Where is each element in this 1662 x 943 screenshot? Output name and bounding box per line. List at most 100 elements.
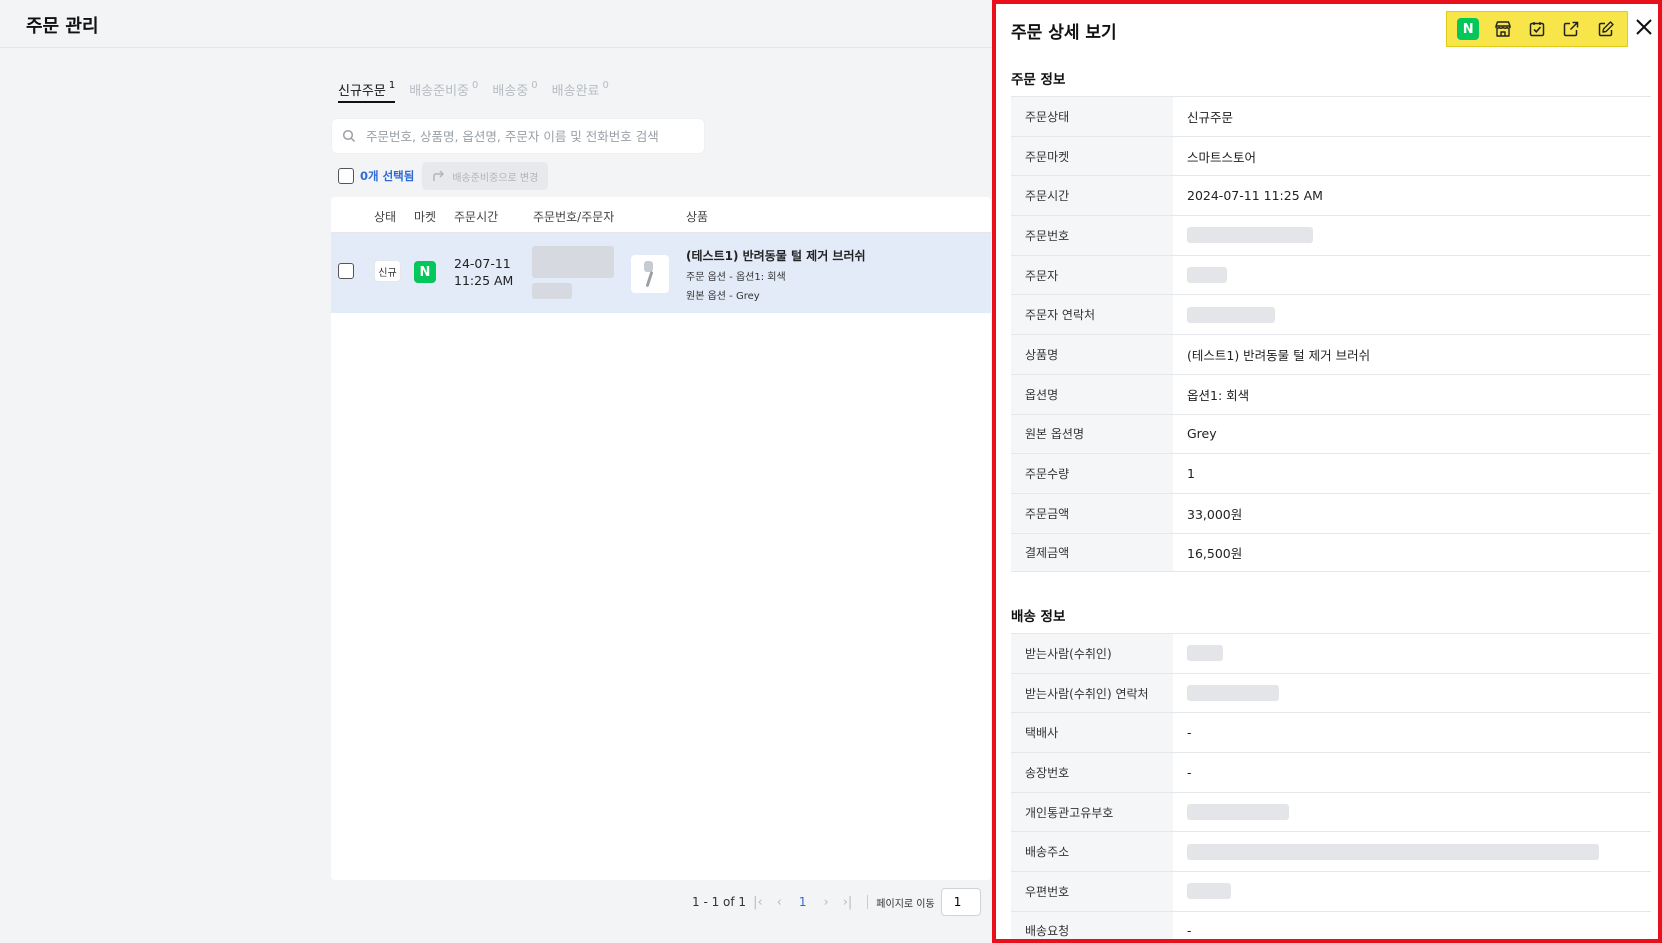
- detail-key: 받는사람(수취인) 연락처: [1011, 673, 1173, 713]
- redacted-value-placeholder: [1173, 843, 1599, 860]
- current-page[interactable]: 1: [799, 895, 807, 909]
- external-link-icon: [1564, 21, 1579, 37]
- edit-button[interactable]: [1592, 15, 1620, 43]
- order-date: 24-07-11: [454, 256, 511, 271]
- detail-key: 주문번호: [1011, 216, 1173, 255]
- search-box: [331, 118, 705, 154]
- tab-label: 배송준비중: [409, 84, 470, 99]
- product-original-option: 원본 옵션 - Grey: [686, 291, 760, 302]
- detail-value: 신규주문: [1187, 109, 1234, 125]
- detail-value: -: [1187, 923, 1192, 939]
- redacted-placeholder: [1187, 227, 1313, 244]
- detail-row: 주문자 연락처: [1011, 294, 1651, 335]
- detail-key: 받는사람(수취인): [1011, 634, 1173, 673]
- tab-count: 0: [472, 80, 479, 91]
- redacted-placeholder: [1187, 883, 1231, 900]
- detail-row: 우편번호: [1011, 871, 1651, 911]
- move-to-preparing-button[interactable]: 배송준비중으로 변경: [422, 162, 549, 190]
- detail-row: 받는사람(수취인) 연락처: [1011, 672, 1651, 713]
- search-icon: [342, 129, 356, 143]
- store-icon: [1494, 21, 1511, 37]
- col-time: 주문시간: [454, 210, 499, 224]
- redacted-value-placeholder: [1173, 645, 1223, 662]
- search-input[interactable]: [366, 128, 686, 144]
- tab-label: 배송완료: [551, 84, 600, 99]
- next-page-icon[interactable]: ›: [824, 895, 829, 910]
- last-page-icon[interactable]: ›|: [843, 895, 853, 910]
- brush-icon: [644, 261, 653, 287]
- detail-value: 16,500원: [1187, 545, 1243, 561]
- detail-row: 주문마켓 스마트스토어: [1011, 135, 1651, 176]
- redacted-placeholder: [1187, 843, 1599, 860]
- detail-value: -: [1187, 725, 1192, 741]
- detail-value: -: [1187, 764, 1192, 780]
- selected-count: 0개 선택됨: [360, 169, 415, 183]
- detail-key: 결제금액: [1011, 533, 1173, 572]
- first-page-icon[interactable]: |‹: [753, 895, 763, 910]
- redacted-placeholder: [1187, 306, 1275, 323]
- open-external-button[interactable]: [1557, 15, 1585, 43]
- goto-page-input[interactable]: [940, 888, 981, 916]
- tab-delivered[interactable]: 배송완료 0: [552, 80, 609, 103]
- detail-key: 배송요청: [1011, 911, 1173, 939]
- detail-row: 원본 옵션명 Grey: [1011, 413, 1651, 454]
- divider: [867, 895, 869, 909]
- detail-row: 받는사람(수취인): [1011, 633, 1651, 673]
- redacted-placeholder: [1187, 804, 1289, 821]
- tab-label: 배송중: [492, 84, 529, 99]
- detail-row: 결제금액 16,500원: [1011, 532, 1651, 573]
- table-header: 상태 마켓 주문시간 주문번호/주문자 상품: [331, 197, 991, 233]
- detail-row: 옵션명 옵션1: 회색: [1011, 373, 1651, 414]
- detail-row: 주문금액 33,000원: [1011, 492, 1651, 533]
- tab-preparing[interactable]: 배송준비중 0: [409, 80, 478, 103]
- status-tabs: 신규주문 1 배송준비중 0 배송중 0 배송완료 0: [338, 80, 609, 103]
- prev-page-icon[interactable]: ‹: [777, 895, 782, 910]
- redacted-value-placeholder: [1173, 804, 1289, 821]
- naver-store-button[interactable]: N: [1454, 15, 1482, 43]
- redacted-value-placeholder: [1173, 883, 1231, 900]
- detail-row: 상품명 (테스트1) 반려동물 털 제거 브러쉬: [1011, 334, 1651, 374]
- confirm-button[interactable]: [1523, 15, 1551, 43]
- detail-value: (테스트1) 반려동물 털 제거 브러쉬: [1187, 347, 1371, 363]
- detail-value: 2024-07-11 11:25 AM: [1187, 188, 1323, 204]
- detail-row: 주문자: [1011, 254, 1651, 295]
- order-info-table: 주문상태 신규주문주문마켓 스마트스토어 주문시간 2024-07-11 11:25 A…: [1011, 96, 1651, 573]
- naver-market-icon: N: [414, 261, 436, 283]
- col-market: 마켓: [414, 210, 437, 224]
- tab-shipping[interactable]: 배송중 0: [492, 80, 537, 103]
- selection-bar: 0개 선택됨 배송준비중으로 변경: [338, 162, 549, 190]
- detail-key: 택배사: [1011, 713, 1173, 753]
- tab-new-orders[interactable]: 신규주문 1: [338, 80, 396, 103]
- detail-row: 개인통관고유부호: [1011, 791, 1651, 832]
- naver-store-icon: N: [1457, 18, 1480, 40]
- detail-key: 주문시간: [1011, 176, 1173, 216]
- goto-page-label: 페이지로 이동: [876, 898, 935, 910]
- detail-key: 상품명: [1011, 335, 1173, 374]
- detail-key: 옵션명: [1011, 374, 1173, 414]
- col-order: 주문번호/주문자: [533, 210, 615, 224]
- detail-value: 옵션1: 회색: [1187, 387, 1250, 403]
- detail-key: 주문상태: [1011, 97, 1173, 136]
- detail-row: 주문수량 1: [1011, 453, 1651, 493]
- detail-value: Grey: [1187, 426, 1217, 442]
- tab-count: 1: [388, 80, 396, 91]
- orderer-placeholder: [532, 283, 572, 299]
- table-row[interactable]: 신규 N 24-07-11 11:25 AM (테스트1) 반려동물 털 제거 …: [331, 233, 991, 313]
- close-icon[interactable]: [1632, 15, 1656, 39]
- select-all-checkbox[interactable]: [338, 168, 354, 184]
- row-checkbox[interactable]: [338, 263, 354, 279]
- tab-label: 신규주문: [338, 84, 386, 99]
- detail-key: 주문자 연락처: [1011, 295, 1173, 335]
- redacted-placeholder: [1187, 645, 1223, 662]
- detail-row: 배송요청 -: [1011, 910, 1651, 939]
- detail-value: 1: [1187, 466, 1195, 482]
- detail-key: 원본 옵션명: [1011, 414, 1173, 454]
- col-status: 상태: [374, 210, 397, 224]
- order-number-placeholder: [532, 246, 614, 278]
- store-button[interactable]: [1489, 15, 1517, 43]
- product-option: 주문 옵션 - 옵션1: 회색: [686, 272, 786, 283]
- order-info-title: 주문 정보: [1011, 72, 1066, 88]
- edit-icon: [1598, 21, 1614, 37]
- product-thumbnail: [631, 255, 669, 293]
- move-button-label: 배송준비중으로 변경: [452, 172, 539, 184]
